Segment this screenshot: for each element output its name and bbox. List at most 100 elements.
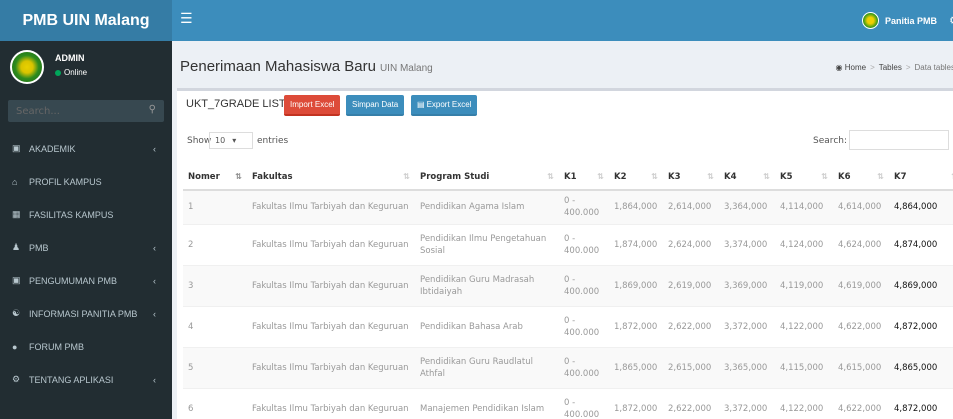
sidebar-item-pengumuman-pmb[interactable]: ▣ PENGUMUMAN PMB ‹: [0, 264, 172, 297]
user-avatar-small: [861, 12, 879, 29]
sort-icon: ⇅: [597, 172, 604, 181]
table-cell: 3,372,000: [719, 387, 775, 419]
bank-icon: ▣: [12, 275, 21, 285]
sort-icon: ⇅: [707, 172, 714, 181]
sidebar-item-label: AKADEMIK: [29, 143, 76, 154]
column-header-label: K7: [894, 171, 907, 182]
table-header-row: Nomer ⇅ Fakultas ⇅ Program Studi ⇅ K1 ⇅ K2 ⇅ …: [183, 164, 953, 191]
user-panel: ADMIN Online: [0, 41, 172, 97]
table-body: 1 Fakultas Ilmu Tarbiyah dan Keguruan Pe…: [183, 189, 953, 419]
table-cell: 3,374,000: [719, 223, 775, 265]
table-cell: 1,874,000: [609, 223, 663, 265]
import-excel-button[interactable]: Import Excel: [284, 95, 341, 116]
chevron-left-icon: ‹: [153, 275, 156, 286]
content-header: Penerimaan Mahasiswa Baru UIN Malang ◉ Ho…: [172, 41, 953, 85]
table-cell: 2,622,000: [663, 305, 719, 347]
table-cell: 4,122,000: [775, 305, 833, 347]
bank-icon: ▣: [12, 143, 21, 153]
search-input[interactable]: [8, 100, 143, 122]
caret-down-icon: ▾: [232, 136, 237, 145]
sidebar-item-akademik[interactable]: ▣ AKADEMIK ‹: [0, 132, 172, 165]
table-cell: 6: [183, 387, 247, 419]
sidebar-item-pmb[interactable]: ♟ PMB ‹: [0, 231, 172, 264]
chevron-left-icon: ‹: [153, 374, 156, 385]
export-excel-button[interactable]: ▤ Export Excel: [411, 95, 478, 116]
table-cell: Pendidikan Ilmu Pengetahuan Sosial: [415, 223, 559, 265]
search-icon[interactable]: ⚲: [149, 104, 156, 115]
avatar: [10, 50, 44, 84]
sidebar-item-label: PROFIL KAMPUS: [29, 176, 102, 187]
column-header[interactable]: K3 ⇅: [663, 164, 719, 191]
table-cell: 2: [183, 223, 247, 265]
table-cell: 3,369,000: [719, 264, 775, 306]
table-cell: 1,864,000: [609, 189, 663, 224]
sidebar-search: ⚲: [8, 100, 164, 122]
sidebar-item-label: PMB: [29, 242, 49, 253]
table-cell: 5: [183, 346, 247, 388]
page-subtitle: UIN Malang: [379, 63, 433, 74]
column-header[interactable]: Program Studi ⇅: [415, 164, 559, 191]
table-cell: 4,624,000: [833, 223, 889, 265]
sidebar: ADMIN Online ⚲ ▣ AKADEMIK ‹ ⌂ PROFIL KAMPUS…: [0, 41, 172, 419]
sidebar-item-forum-pmb[interactable]: ● FORUM PMB: [0, 330, 172, 363]
sidebar-user-name: ADMIN: [55, 53, 85, 63]
column-header[interactable]: Nomer ⇅: [183, 164, 247, 191]
sidebar-item-tentang-aplikasi[interactable]: ⚙ TENTANG APLIKASI ‹: [0, 363, 172, 396]
column-header[interactable]: Fakultas ⇅: [247, 164, 415, 191]
page-title: Penerimaan Mahasiswa Baru UIN Malang: [180, 58, 433, 75]
column-header[interactable]: K5 ⇅: [775, 164, 833, 191]
table-cell: 4,119,000: [775, 264, 833, 306]
cog-icon: ⚙: [12, 374, 21, 384]
user-menu[interactable]: Panitia PMB: [861, 0, 937, 41]
status-label: Online: [64, 68, 88, 77]
sort-icon: ⇅: [547, 172, 554, 181]
entries-length-select[interactable]: 10 ▾: [209, 132, 253, 149]
table-search-input[interactable]: [849, 130, 949, 150]
table-cell: 4: [183, 305, 247, 347]
sidebar-item-fasilitas-kampus[interactable]: ▦ FASILITAS KAMPUS: [0, 198, 172, 231]
sidebar-item-profil-kampus[interactable]: ⌂ PROFIL KAMPUS: [0, 165, 172, 198]
table-cell: Fakultas Ilmu Tarbiyah dan Keguruan: [247, 223, 415, 265]
table-cell: 3,364,000: [719, 189, 775, 224]
sidebar-item-informasi-panitia[interactable]: ☯ INFORMASI PANITIA PMB ‹: [0, 297, 172, 330]
file-excel-icon: ▤: [417, 100, 425, 109]
column-header[interactable]: K2 ⇅: [609, 164, 663, 191]
table-row: 4 Fakultas Ilmu Tarbiyah dan Keguruan Pe…: [183, 305, 953, 347]
table-cell: 4,622,000: [833, 387, 889, 419]
column-header[interactable]: K4 ⇅: [719, 164, 775, 191]
breadcrumb-home[interactable]: Home: [845, 63, 866, 72]
table-cell: 0 - 400.000: [559, 223, 609, 265]
building-icon: ▦: [12, 209, 21, 219]
column-header[interactable]: K6 ⇅: [833, 164, 889, 191]
chevron-left-icon: ‹: [153, 242, 156, 253]
breadcrumb-tables[interactable]: Tables: [879, 63, 902, 72]
brand-name: PMB UIN Malang: [22, 11, 150, 29]
dashboard-icon: ◉: [835, 63, 843, 72]
user-plus-icon: ♟: [12, 242, 21, 252]
app-logo[interactable]: PMB UIN Malang: [0, 0, 172, 41]
column-header[interactable]: K7⇅: [889, 164, 953, 191]
column-header-label: Nomer: [188, 171, 220, 182]
table-cell: 0 - 400.000: [559, 387, 609, 419]
chevron-left-icon: ‹: [153, 308, 156, 319]
table-cell: 4,115,000: [775, 346, 833, 388]
chevron-left-icon: ‹: [153, 143, 156, 154]
table-cell: 4,869,000: [889, 264, 953, 306]
table-cell: Fakultas Ilmu Tarbiyah dan Keguruan: [247, 264, 415, 306]
column-header-label: K2: [614, 171, 627, 182]
table-cell: 1: [183, 189, 247, 224]
table-cell: 4,865,000: [889, 346, 953, 388]
breadcrumb-current: Data tables: [914, 63, 953, 72]
menu-toggle-icon[interactable]: ☰: [180, 12, 193, 26]
column-header[interactable]: K1 ⇅: [559, 164, 609, 191]
table-cell: 4,622,000: [833, 305, 889, 347]
sort-icon: ⇅: [763, 172, 770, 181]
table-cell: Manajemen Pendidikan Islam: [415, 387, 559, 419]
column-header-label: K1: [564, 171, 577, 182]
gear-icon[interactable]: ⚙: [949, 14, 953, 27]
export-label: Export Excel: [426, 100, 472, 109]
table-row: 5 Fakultas Ilmu Tarbiyah dan Keguruan Pe…: [183, 346, 953, 388]
user-status: Online: [55, 68, 87, 77]
simpan-data-button[interactable]: Simpan Data: [346, 95, 405, 116]
table-cell: 0 - 400.000: [559, 264, 609, 306]
